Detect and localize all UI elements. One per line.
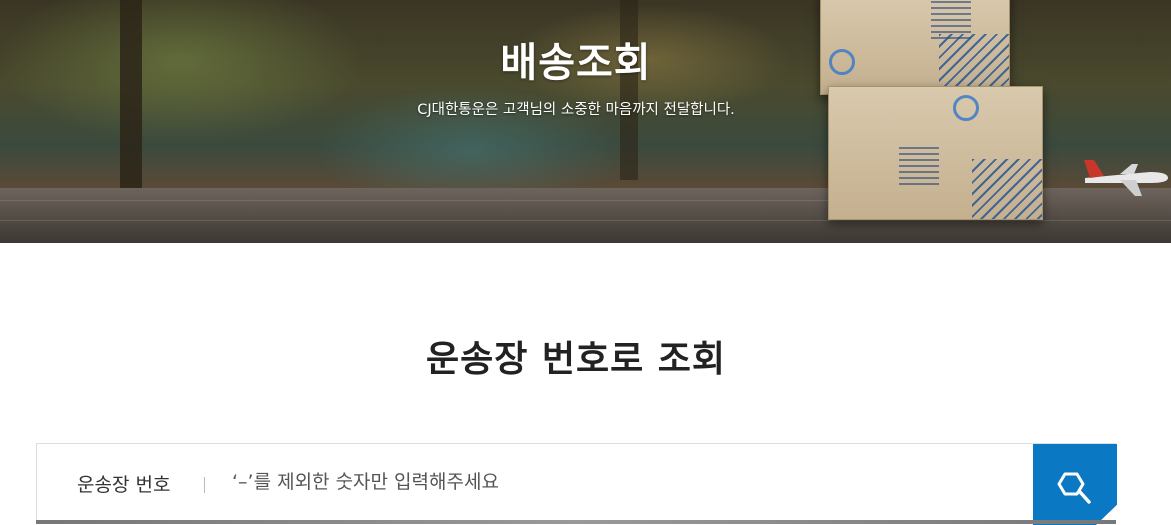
airplane-icon bbox=[1084, 160, 1168, 196]
hero-banner: 배송조회 CJ대한통운은 고객님의 소중한 마음까지 전달합니다. bbox=[0, 0, 1171, 243]
plank-line bbox=[0, 200, 900, 201]
tracking-search-form: 운송장 번호 bbox=[36, 443, 1117, 525]
content-below-strip bbox=[36, 520, 1116, 524]
background-tree-trunk bbox=[120, 0, 142, 190]
box-print bbox=[899, 147, 939, 187]
tracking-number-input[interactable] bbox=[232, 458, 1012, 506]
page-subtitle: CJ대한통운은 고객님의 소중한 마음까지 전달합니다. bbox=[417, 102, 735, 118]
section-title: 운송장 번호로 조회 bbox=[425, 339, 727, 380]
background-tree-trunk bbox=[620, 0, 638, 180]
box-stripes bbox=[972, 159, 1042, 219]
page-title: 배송조회 bbox=[500, 40, 652, 86]
plank-line bbox=[0, 220, 1171, 221]
label-divider bbox=[204, 477, 205, 493]
search-icon bbox=[1057, 472, 1091, 504]
tracking-number-label: 운송장 번호 bbox=[77, 474, 171, 496]
search-button[interactable] bbox=[1033, 444, 1117, 525]
